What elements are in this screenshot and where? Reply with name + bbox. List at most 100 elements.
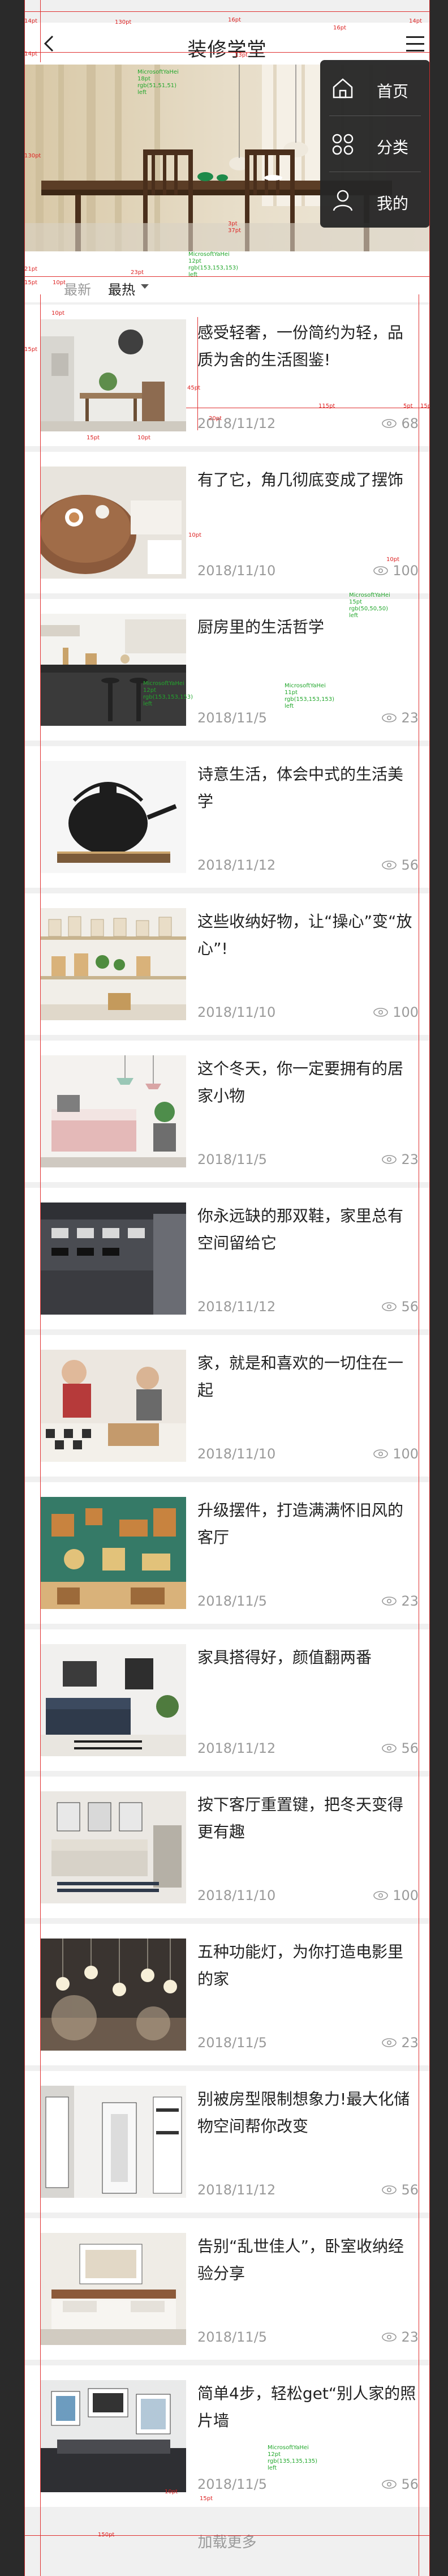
left-gutter xyxy=(0,0,24,2576)
eye-icon xyxy=(382,1155,397,1164)
font-spec-line: 12pt xyxy=(188,258,201,264)
article-date: 2018/11/12 xyxy=(197,2182,276,2198)
font-spec-line: rgb(153,153,153) xyxy=(188,265,239,271)
spec-label: 20pt xyxy=(209,416,222,422)
font-spec-line: rgb(153,153,153) xyxy=(143,694,193,700)
eye-icon xyxy=(382,2185,397,2194)
spec-label: 10pt xyxy=(51,310,64,316)
article-card[interactable]: 升级摆件，打造满满怀旧风的客厅 2018/11/5 23 xyxy=(24,1482,430,1624)
spec-label: 15pt xyxy=(87,435,100,441)
measure-line xyxy=(40,0,41,62)
view-count-value: 100 xyxy=(393,1446,419,1462)
spec-label: 3pt xyxy=(228,221,238,227)
view-count-value: 56 xyxy=(401,1740,419,1756)
font-spec-line: left xyxy=(285,703,294,709)
view-count-value: 23 xyxy=(401,1593,419,1609)
spec-label: 15pt xyxy=(420,403,430,409)
article-thumbnail xyxy=(40,1644,186,1756)
spec-label: 14pt xyxy=(24,18,37,24)
spec-label: 10pt xyxy=(137,435,150,441)
guide-line xyxy=(24,0,25,2576)
article-date: 2018/11/5 xyxy=(197,2329,268,2345)
view-count: 100 xyxy=(373,1004,419,1020)
view-count-value: 56 xyxy=(401,857,419,873)
article-thumbnail xyxy=(40,1055,186,1167)
spec-label: 10pt xyxy=(188,532,201,538)
eye-icon xyxy=(373,1891,388,1900)
view-count: 56 xyxy=(382,1740,419,1756)
page-title: 装修学堂 xyxy=(187,38,267,61)
article-card[interactable]: 这些收纳好物，让“操心”变“放心”! 2018/11/10 100 xyxy=(24,893,430,1035)
article-card[interactable]: 诗意生活，体会中式的生活美学 2018/11/12 56 xyxy=(24,746,430,888)
font-spec: MicrosoftYaHei 12pt rgb(153,153,153) lef… xyxy=(143,681,193,708)
tab-hottest[interactable]: 最热 xyxy=(108,279,135,298)
spec-label: 150pt xyxy=(98,2532,115,2538)
article-card[interactable]: 这个冬天，你一定要拥有的居家小物 2018/11/5 23 xyxy=(24,1041,430,1182)
article-thumbnail xyxy=(40,2380,186,2492)
article-thumbnail xyxy=(40,467,186,579)
dropdown-menu: 首页 分类 我的 xyxy=(320,60,430,228)
menu-item-mine[interactable]: 我的 xyxy=(320,172,430,228)
article-title: 告别“乱世佳人”，卧室收纳经验分享 xyxy=(197,2237,404,2283)
article-title: 你永远缺的那双鞋，家里总有空间留给它 xyxy=(197,1206,404,1252)
view-count-value: 56 xyxy=(401,2182,419,2198)
spec-label: 130pt xyxy=(24,153,41,159)
article-card[interactable]: 五种功能灯，为你打造电影里的家 2018/11/5 23 xyxy=(24,1924,430,2065)
tab-latest[interactable]: 最新 xyxy=(64,279,91,298)
article-date: 2018/11/12 xyxy=(197,857,276,873)
article-card[interactable]: 别被房型限制想象力!最大化储物空间帮你改变 2018/11/12 56 xyxy=(24,2071,430,2213)
view-count: 56 xyxy=(382,857,419,873)
view-count: 100 xyxy=(373,1888,419,1903)
article-card[interactable]: 厨房里的生活哲学 2018/11/5 23 xyxy=(24,599,430,741)
article-thumbnail xyxy=(40,1203,186,1315)
spec-label: 5pt xyxy=(403,403,413,409)
view-count-value: 100 xyxy=(393,563,419,579)
eye-icon xyxy=(382,2480,397,2489)
font-spec: MicrosoftYaHei 12pt rgb(153,153,153) lef… xyxy=(188,251,238,279)
spec-label: 10pt xyxy=(165,2489,178,2495)
view-count-value: 23 xyxy=(401,1152,419,1167)
article-card[interactable]: 按下客厅重置键，把冬天变得更有趣 2018/11/10 100 xyxy=(24,1777,430,1918)
menu-item-label: 我的 xyxy=(377,194,409,213)
menu-item-home[interactable]: 首页 xyxy=(320,60,430,115)
view-count: 56 xyxy=(382,2476,419,2492)
eye-icon xyxy=(382,1302,397,1311)
spec-label: 21pt xyxy=(24,266,37,272)
article-date: 2018/11/12 xyxy=(197,1299,276,1315)
font-spec-line: 11pt xyxy=(285,690,298,696)
measure-line xyxy=(24,11,430,12)
font-spec-line: MicrosoftYaHei xyxy=(188,251,230,258)
article-card[interactable]: 有了它，角几彻底变成了摆饰 2018/11/10 100 xyxy=(24,452,430,593)
eye-icon xyxy=(382,2333,397,2342)
article-card[interactable]: 家具搭得好，颜值翻两番 2018/11/12 56 xyxy=(24,1629,430,1771)
article-card[interactable]: 简单4步，轻松get“别人家的照片墙 2018/11/5 56 xyxy=(24,2365,430,2507)
measure-line xyxy=(24,2535,430,2536)
menu-item-category[interactable]: 分类 xyxy=(320,116,430,172)
article-title: 按下客厅重置键，把冬天变得更有趣 xyxy=(197,1795,404,1841)
article-card[interactable]: 你永远缺的那双鞋，家里总有空间留给它 2018/11/12 56 xyxy=(24,1188,430,1329)
article-date: 2018/11/12 xyxy=(197,1740,276,1756)
view-count: 23 xyxy=(382,1152,419,1167)
article-card[interactable]: 家，就是和喜欢的一切住在一起 2018/11/10 100 xyxy=(24,1335,430,1477)
font-spec-line: left xyxy=(137,89,147,96)
article-date: 2018/11/5 xyxy=(197,1152,268,1167)
view-count: 23 xyxy=(382,2035,419,2051)
article-date: 2018/11/10 xyxy=(197,563,276,579)
spec-label: 130pt xyxy=(115,19,132,25)
article-title: 升级摆件，打造满满怀旧风的客厅 xyxy=(197,1501,404,1547)
article-card[interactable]: 感受轻奢，一份简约为轻，品质为舍的生活图鉴! 2018/11/12 68 xyxy=(24,305,430,446)
view-count: 56 xyxy=(382,1299,419,1315)
article-card[interactable]: 告别“乱世佳人”，卧室收纳经验分享 2018/11/5 23 xyxy=(24,2218,430,2360)
view-count: 23 xyxy=(382,2329,419,2345)
eye-icon xyxy=(373,566,388,575)
spec-label: 45pt xyxy=(187,385,200,391)
spec-label: 37pt xyxy=(228,228,241,234)
article-title: 简单4步，轻松get“别人家的照片墙 xyxy=(197,2384,416,2430)
caret-down-icon xyxy=(141,284,149,289)
font-spec-line: rgb(50,50,50) xyxy=(349,606,388,612)
view-count-value: 68 xyxy=(401,416,419,431)
article-thumbnail xyxy=(40,908,186,1020)
load-more-button[interactable]: 加载更多 xyxy=(24,2531,430,2552)
font-spec: MicrosoftYaHei 12pt rgb(135,135,135) lef… xyxy=(268,2445,317,2472)
user-icon xyxy=(333,190,353,211)
